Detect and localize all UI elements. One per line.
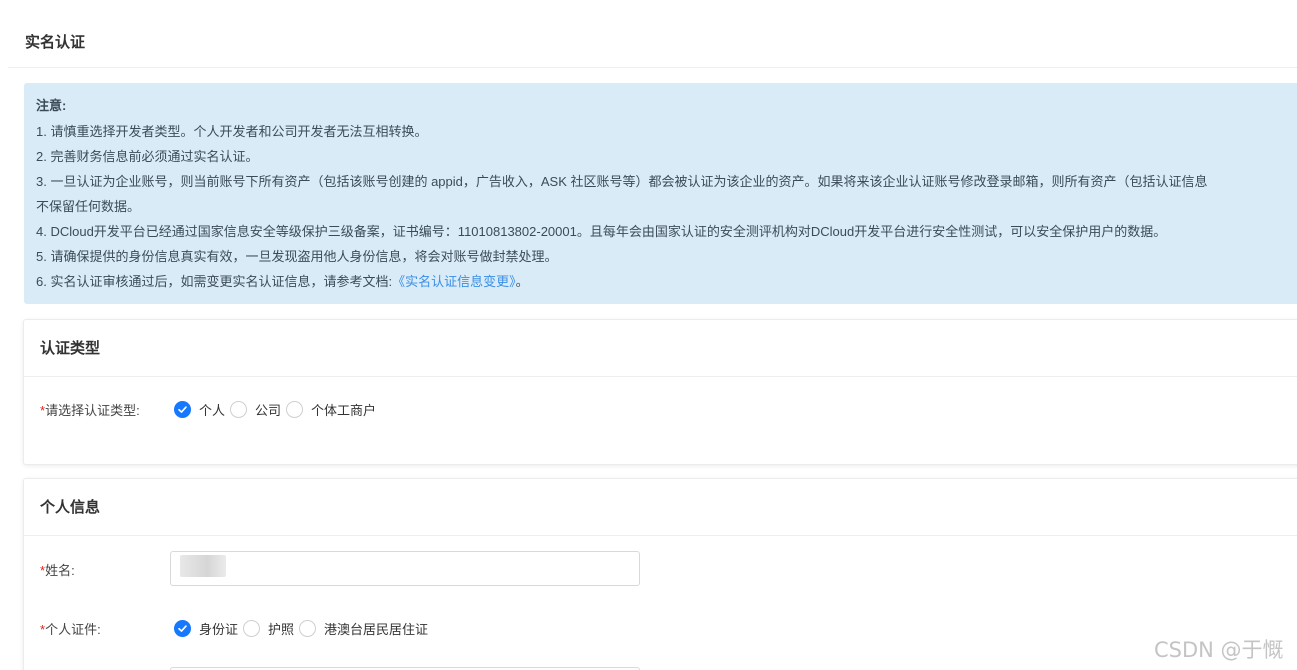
auth-type-section-title: 认证类型 (24, 320, 1297, 377)
radio-company-label: 公司 (255, 403, 282, 418)
notice-line: 4. DCloud开发平台已经通过国家信息安全等级保护三级备案，证书编号：110… (36, 224, 1167, 239)
auth-type-label: *请选择认证类型: (40, 400, 174, 419)
auth-type-card: 认证类型 *请选择认证类型: 个人 公司 个体工商户 (23, 319, 1297, 465)
notice-line: 1. 请慎重选择开发者类型。个人开发者和公司开发者无法互相转换。 (36, 124, 428, 139)
auth-type-label-text: 请选择认证类型: (45, 403, 140, 418)
name-label-text: 姓名: (45, 563, 75, 578)
notice-line-6-prefix: 6. 实名认证审核通过后，如需变更实名认证信息，请参考文档: (36, 274, 393, 289)
radio-checked-icon (174, 620, 191, 637)
radio-passport-label: 护照 (268, 622, 295, 637)
notice-line-6-suffix: 。 (515, 274, 529, 289)
id-type-row: *个人证件: 身份证 护照 港澳台居民居住证 (40, 619, 433, 638)
watermark: CSDN @于慨 (1154, 638, 1284, 662)
radio-company[interactable]: 公司 (230, 400, 281, 419)
radio-unchecked-icon (230, 401, 248, 418)
auth-type-radio-group: 个人 公司 个体工商户 (174, 400, 381, 419)
name-input[interactable] (170, 551, 640, 586)
notice-line: 不保留任何数据。 (36, 199, 141, 214)
personal-info-section-title: 个人信息 (24, 479, 1297, 536)
notice-line-6: 6. 实名认证审核通过后，如需变更实名认证信息，请参考文档:《实名认证信息变更》… (36, 269, 1297, 294)
realname-change-doc-link[interactable]: 《实名认证信息变更》 (392, 274, 516, 289)
page-header: 实名认证 (8, 0, 1297, 68)
radio-personal-label: 个人 (199, 403, 226, 418)
radio-unchecked-icon (286, 401, 304, 418)
personal-info-card: 个人信息 *姓名: *个人证件: 身份证 护照 港澳台居民居住证 (23, 478, 1297, 670)
id-type-radio-group: 身份证 护照 港澳台居民居住证 (174, 619, 433, 638)
notice-heading: 注意: (36, 98, 67, 113)
radio-individual-business-label: 个体工商户 (311, 403, 377, 418)
radio-personal[interactable]: 个人 (174, 400, 225, 419)
radio-unchecked-icon (299, 620, 317, 637)
radio-unchecked-icon (243, 620, 261, 637)
id-type-label-text: 个人证件: (45, 622, 101, 637)
radio-residence-permit-label: 港澳台居民居住证 (324, 622, 429, 637)
radio-id-card-label: 身份证 (199, 622, 239, 637)
radio-checked-icon (174, 401, 191, 418)
page-title: 实名认证 (25, 34, 86, 51)
auth-type-row: *请选择认证类型: 个人 公司 个体工商户 (40, 400, 381, 419)
name-row: *姓名: (40, 560, 75, 579)
redacted-name-value (180, 555, 226, 577)
radio-residence-permit[interactable]: 港澳台居民居住证 (299, 619, 428, 638)
notice-line: 3. 一旦认证为企业账号，则当前账号下所有资产（包括该账号创建的 appid，广… (36, 174, 1208, 189)
notice-line: 2. 完善财务信息前必须通过实名认证。 (36, 149, 259, 164)
notice-line: 5. 请确保提供的身份信息真实有效，一旦发现盗用他人身份信息，将会对账号做封禁处… (36, 249, 558, 264)
radio-individual-business[interactable]: 个体工商户 (286, 400, 376, 419)
page: 实名认证 注意: 1. 请慎重选择开发者类型。个人开发者和公司开发者无法互相转换… (0, 0, 1297, 670)
id-type-label: *个人证件: (40, 619, 174, 638)
radio-id-card[interactable]: 身份证 (174, 619, 238, 638)
notice-box: 注意: 1. 请慎重选择开发者类型。个人开发者和公司开发者无法互相转换。 2. … (24, 83, 1297, 304)
name-label: *姓名: (40, 560, 75, 579)
radio-passport[interactable]: 护照 (243, 619, 294, 638)
